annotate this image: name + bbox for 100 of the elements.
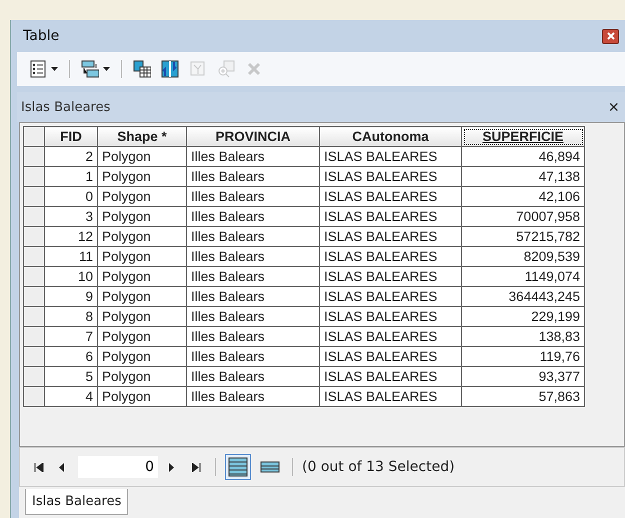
table-cell: Illes Balears xyxy=(186,146,320,166)
table-cell: Illes Balears xyxy=(186,366,320,386)
table-cell: 1 xyxy=(44,166,98,186)
row-selector[interactable] xyxy=(24,346,44,366)
table-cell: Illes Balears xyxy=(186,386,320,406)
row-selector[interactable] xyxy=(24,306,44,326)
table-cell: 0 xyxy=(44,186,98,206)
table-cell: 46,894 xyxy=(462,146,584,166)
table-cell: Illes Balears xyxy=(186,226,320,246)
table-cell: ISLAS BALEARES xyxy=(320,206,462,226)
selection-status: (0 out of 13 Selected) xyxy=(302,459,455,475)
table-cell: Polygon xyxy=(98,146,186,166)
table-cell: ISLAS BALEARES xyxy=(320,386,462,406)
table-cell: 1149,074 xyxy=(462,266,584,286)
row-selector[interactable] xyxy=(24,166,44,186)
table-cell: 364443,245 xyxy=(462,286,584,306)
table-cell: Polygon xyxy=(98,166,186,186)
row-selector[interactable] xyxy=(24,266,44,286)
row-selector[interactable] xyxy=(24,146,44,166)
row-selector[interactable] xyxy=(24,386,44,406)
table-cell: ISLAS BALEARES xyxy=(320,346,462,366)
row-selector[interactable] xyxy=(24,366,44,386)
table-cell: Polygon xyxy=(98,186,186,206)
table-select-button[interactable] xyxy=(131,58,153,80)
column-header[interactable]: CAutonoma xyxy=(320,126,462,146)
table-cell: Polygon xyxy=(98,306,186,326)
table-cell: 70007,958 xyxy=(462,206,584,226)
table-cell: 42,106 xyxy=(462,186,584,206)
table-cell: Polygon xyxy=(98,226,186,246)
delete-icon xyxy=(245,60,263,78)
table-cell: Polygon xyxy=(98,206,186,226)
row-selector[interactable] xyxy=(24,226,44,246)
table-cell: 2 xyxy=(44,146,98,166)
row-selector[interactable] xyxy=(24,206,44,226)
table-cell: Illes Balears xyxy=(186,306,320,326)
table-cell: ISLAS BALEARES xyxy=(320,226,462,246)
table-cell: 4 xyxy=(44,386,98,406)
table-cell: 138,83 xyxy=(462,326,584,346)
panel-title: Islas Baleares xyxy=(21,100,110,114)
table-cell: 57215,782 xyxy=(462,226,584,246)
close-button[interactable] xyxy=(602,28,619,44)
table-cell: 12 xyxy=(44,226,98,246)
table-cell: 8209,539 xyxy=(462,246,584,266)
record-field[interactable]: 0 xyxy=(78,456,158,478)
first-record-icon xyxy=(34,462,44,472)
row-selector[interactable] xyxy=(24,326,44,346)
table-cell: 8 xyxy=(44,306,98,326)
row-selector[interactable] xyxy=(24,286,44,306)
table-cell: ISLAS BALEARES xyxy=(320,366,462,386)
table-cell: Polygon xyxy=(98,286,186,306)
shape-icon xyxy=(189,60,207,78)
all-records-icon xyxy=(228,457,248,477)
table-cell: 9 xyxy=(44,286,98,306)
table-cell: 57,863 xyxy=(462,386,584,406)
table-select-icon xyxy=(133,60,151,78)
corner-header xyxy=(24,126,44,146)
table-arrows-icon xyxy=(81,60,99,78)
table-cell: ISLAS BALEARES xyxy=(320,266,462,286)
magnifier-icon xyxy=(217,60,235,78)
switch-button[interactable] xyxy=(159,58,181,80)
table-tab[interactable]: Islas Baleares xyxy=(25,489,128,515)
table-cell: Polygon xyxy=(98,366,186,386)
table-cell: Polygon xyxy=(98,386,186,406)
table-cell: 5 xyxy=(44,366,98,386)
table-cell: ISLAS BALEARES xyxy=(320,306,462,326)
table-cell: Illes Balears xyxy=(186,186,320,206)
table-cell: Polygon xyxy=(98,246,186,266)
panel-close-button[interactable]: × xyxy=(608,98,619,116)
table-cell: ISLAS BALEARES xyxy=(320,246,462,266)
caret-icon xyxy=(103,67,110,71)
window-title: Table xyxy=(23,28,60,44)
caret-icon xyxy=(51,67,58,71)
table-cell: 47,138 xyxy=(462,166,584,186)
close-icon xyxy=(606,31,616,41)
table-cell: Illes Balears xyxy=(186,246,320,266)
table-cell: 119,76 xyxy=(462,346,584,366)
table-cell: Illes Balears xyxy=(186,206,320,226)
table-cell: ISLAS BALEARES xyxy=(320,326,462,346)
table-cell: Illes Balears xyxy=(186,266,320,286)
switch-icon xyxy=(161,60,179,78)
all-records-button[interactable] xyxy=(225,454,251,480)
table-cell: ISLAS BALEARES xyxy=(320,146,462,166)
table-cell: Illes Balears xyxy=(186,286,320,306)
row-selector[interactable] xyxy=(24,246,44,266)
table-arrows-button[interactable] xyxy=(79,58,112,80)
column-header[interactable]: PROVINCIA xyxy=(186,126,320,146)
column-header[interactable]: SUPERFICIE xyxy=(462,126,584,146)
table-cell: ISLAS BALEARES xyxy=(320,286,462,306)
selected-records-icon xyxy=(260,461,280,473)
list-icon xyxy=(29,60,47,78)
table-cell: 229,199 xyxy=(462,306,584,326)
table-cell: Illes Balears xyxy=(186,346,320,366)
table-cell: 7 xyxy=(44,326,98,346)
row-selector[interactable] xyxy=(24,186,44,206)
column-header[interactable]: Shape * xyxy=(98,126,186,146)
table-cell: 10 xyxy=(44,266,98,286)
table-cell: 6 xyxy=(44,346,98,366)
table-cell: ISLAS BALEARES xyxy=(320,186,462,206)
column-header[interactable]: FID xyxy=(44,126,98,146)
table-cell: 11 xyxy=(44,246,98,266)
